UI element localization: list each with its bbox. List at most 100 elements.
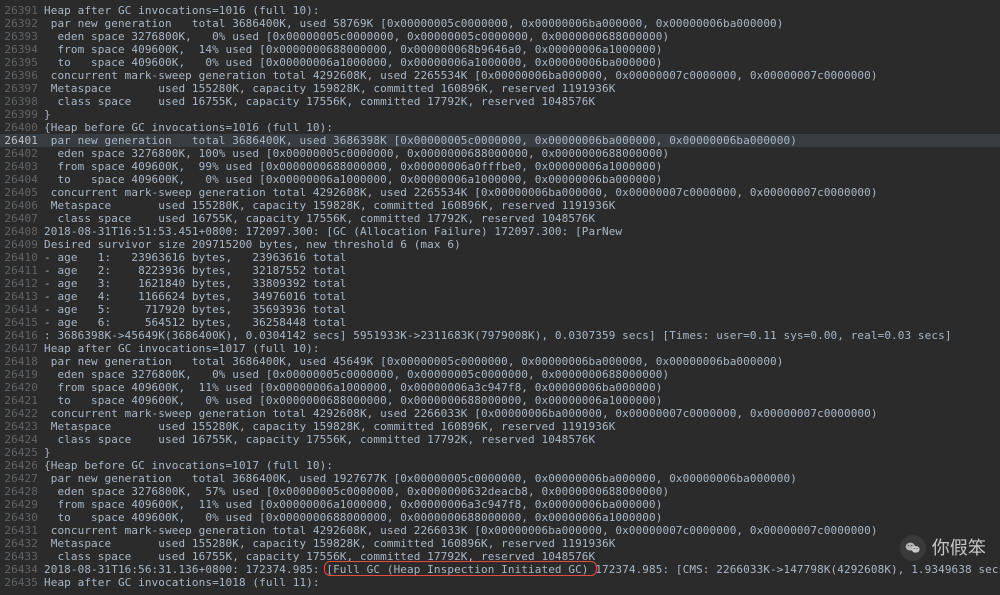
log-row: 26406 Metaspace used 155280K, capacity 1… <box>0 199 1000 212</box>
log-text: class space used 16755K, capacity 17556K… <box>44 212 1000 225</box>
log-text: Heap after GC invocations=1016 (full 10)… <box>44 4 1000 17</box>
log-row: 26393 eden space 3276800K, 0% used [0x00… <box>0 30 1000 43</box>
line-number: 26435 <box>0 576 44 589</box>
log-text: from space 409600K, 99% used [0x00000006… <box>44 160 1000 173</box>
log-text: to space 409600K, 0% used [0x00000006880… <box>44 394 1000 407</box>
log-text: Heap after GC invocations=1018 (full 11)… <box>44 576 1000 589</box>
log-row: 26402 eden space 3276800K, 100% used [0x… <box>0 147 1000 160</box>
line-number: 26424 <box>0 433 44 446</box>
line-number: 26428 <box>0 485 44 498</box>
log-text: - age 5: 717920 bytes, 35693936 total <box>44 303 1000 316</box>
line-number: 26427 <box>0 472 44 485</box>
log-row: 26394 from space 409600K, 14% used [0x00… <box>0 43 1000 56</box>
line-number: 26409 <box>0 238 44 251</box>
log-row: 26431 concurrent mark-sweep generation t… <box>0 524 1000 537</box>
log-row: 26397 Metaspace used 155280K, capacity 1… <box>0 82 1000 95</box>
log-row: 26429 from space 409600K, 11% used [0x00… <box>0 498 1000 511</box>
log-text: to space 409600K, 0% used [0x00000006a10… <box>44 56 1000 69</box>
line-number: 26393 <box>0 30 44 43</box>
log-row: 26392 par new generation total 3686400K,… <box>0 17 1000 30</box>
line-number: 26411 <box>0 264 44 277</box>
log-text: Metaspace used 155280K, capacity 159828K… <box>44 420 1000 433</box>
line-number: 26418 <box>0 355 44 368</box>
log-text: concurrent mark-sweep generation total 4… <box>44 69 1000 82</box>
log-text: eden space 3276800K, 0% used [0x00000005… <box>44 368 1000 381</box>
line-number: 26404 <box>0 173 44 186</box>
log-text: } <box>44 108 1000 121</box>
log-text: class space used 16755K, capacity 17556K… <box>44 433 1000 446</box>
log-text: Desired survivor size 209715200 bytes, n… <box>44 238 1000 251</box>
log-text: class space used 16755K, capacity 17556K… <box>44 550 1000 563</box>
line-number: 26395 <box>0 56 44 69</box>
log-text: {Heap before GC invocations=1016 (full 1… <box>44 121 1000 134</box>
log-row: 26412- age 3: 1621840 bytes, 33809392 to… <box>0 277 1000 290</box>
log-row: 26407 class space used 16755K, capacity … <box>0 212 1000 225</box>
log-row: 26403 from space 409600K, 99% used [0x00… <box>0 160 1000 173</box>
log-row: 26427 par new generation total 3686400K,… <box>0 472 1000 485</box>
log-row: 26418 par new generation total 3686400K,… <box>0 355 1000 368</box>
log-row: 26411- age 2: 8223936 bytes, 32187552 to… <box>0 264 1000 277</box>
log-row: 26430 to space 409600K, 0% used [0x00000… <box>0 511 1000 524</box>
line-number: 26391 <box>0 4 44 17</box>
log-text: {Heap before GC invocations=1017 (full 1… <box>44 459 1000 472</box>
log-text: eden space 3276800K, 57% used [0x0000000… <box>44 485 1000 498</box>
log-text: - age 6: 564512 bytes, 36258448 total <box>44 316 1000 329</box>
log-text: par new generation total 3686400K, used … <box>44 472 1000 485</box>
log-row: 26423 Metaspace used 155280K, capacity 1… <box>0 420 1000 433</box>
log-text: from space 409600K, 14% used [0x00000006… <box>44 43 1000 56</box>
log-row: 26414- age 5: 717920 bytes, 35693936 tot… <box>0 303 1000 316</box>
line-number: 26429 <box>0 498 44 511</box>
line-number: 26433 <box>0 550 44 563</box>
log-text: 2018-08-31T16:56:31.136+0800: 172374.985… <box>44 563 1000 576</box>
log-row: 26395 to space 409600K, 0% used [0x00000… <box>0 56 1000 69</box>
log-row: 26405 concurrent mark-sweep generation t… <box>0 186 1000 199</box>
log-text: to space 409600K, 0% used [0x00000006a10… <box>44 173 1000 186</box>
log-row: 26413- age 4: 1166624 bytes, 34976016 to… <box>0 290 1000 303</box>
log-row: 26422 concurrent mark-sweep generation t… <box>0 407 1000 420</box>
line-number: 26414 <box>0 303 44 316</box>
log-text: Metaspace used 155280K, capacity 159828K… <box>44 82 1000 95</box>
log-text: eden space 3276800K, 0% used [0x00000005… <box>44 30 1000 43</box>
line-number: 26399 <box>0 108 44 121</box>
log-row: 264342018-08-31T16:56:31.136+0800: 17237… <box>0 563 1000 576</box>
log-row: 26400{Heap before GC invocations=1016 (f… <box>0 121 1000 134</box>
line-number: 26431 <box>0 524 44 537</box>
log-row: 26410- age 1: 23963616 bytes, 23963616 t… <box>0 251 1000 264</box>
log-text: par new generation total 3686400K, used … <box>44 355 1000 368</box>
line-number: 26422 <box>0 407 44 420</box>
line-number: 26426 <box>0 459 44 472</box>
log-row: 26420 from space 409600K, 11% used [0x00… <box>0 381 1000 394</box>
log-row: 26424 class space used 16755K, capacity … <box>0 433 1000 446</box>
line-number: 26396 <box>0 69 44 82</box>
line-number: 26430 <box>0 511 44 524</box>
log-text: Metaspace used 155280K, capacity 159828K… <box>44 199 1000 212</box>
log-text: concurrent mark-sweep generation total 4… <box>44 186 1000 199</box>
line-number: 26423 <box>0 420 44 433</box>
line-number: 26392 <box>0 17 44 30</box>
line-number: 26420 <box>0 381 44 394</box>
line-number: 26407 <box>0 212 44 225</box>
log-text: : 3686398K->45649K(3686400K), 0.0304142 … <box>44 329 1000 342</box>
log-row: 26425} <box>0 446 1000 459</box>
log-row: 26421 to space 409600K, 0% used [0x00000… <box>0 394 1000 407</box>
log-row: 26415- age 6: 564512 bytes, 36258448 tot… <box>0 316 1000 329</box>
log-row: 26428 eden space 3276800K, 57% used [0x0… <box>0 485 1000 498</box>
log-text: eden space 3276800K, 100% used [0x000000… <box>44 147 1000 160</box>
line-number: 26408 <box>0 225 44 238</box>
log-text: par new generation total 3686400K, used … <box>44 17 1000 30</box>
log-row: 26398 class space used 16755K, capacity … <box>0 95 1000 108</box>
log-text: - age 1: 23963616 bytes, 23963616 total <box>44 251 1000 264</box>
log-text: class space used 16755K, capacity 17556K… <box>44 95 1000 108</box>
log-text: from space 409600K, 11% used [0x00000006… <box>44 498 1000 511</box>
log-row: 26426{Heap before GC invocations=1017 (f… <box>0 459 1000 472</box>
log-text: Heap after GC invocations=1017 (full 10)… <box>44 342 1000 355</box>
log-text: concurrent mark-sweep generation total 4… <box>44 524 1000 537</box>
log-row: 26432 Metaspace used 155280K, capacity 1… <box>0 537 1000 550</box>
line-number: 26400 <box>0 121 44 134</box>
line-number: 26417 <box>0 342 44 355</box>
line-number: 26416 <box>0 329 44 342</box>
log-text: - age 4: 1166624 bytes, 34976016 total <box>44 290 1000 303</box>
log-output: 26391Heap after GC invocations=1016 (ful… <box>0 0 1000 595</box>
log-text: from space 409600K, 11% used [0x00000006… <box>44 381 1000 394</box>
line-number: 26397 <box>0 82 44 95</box>
